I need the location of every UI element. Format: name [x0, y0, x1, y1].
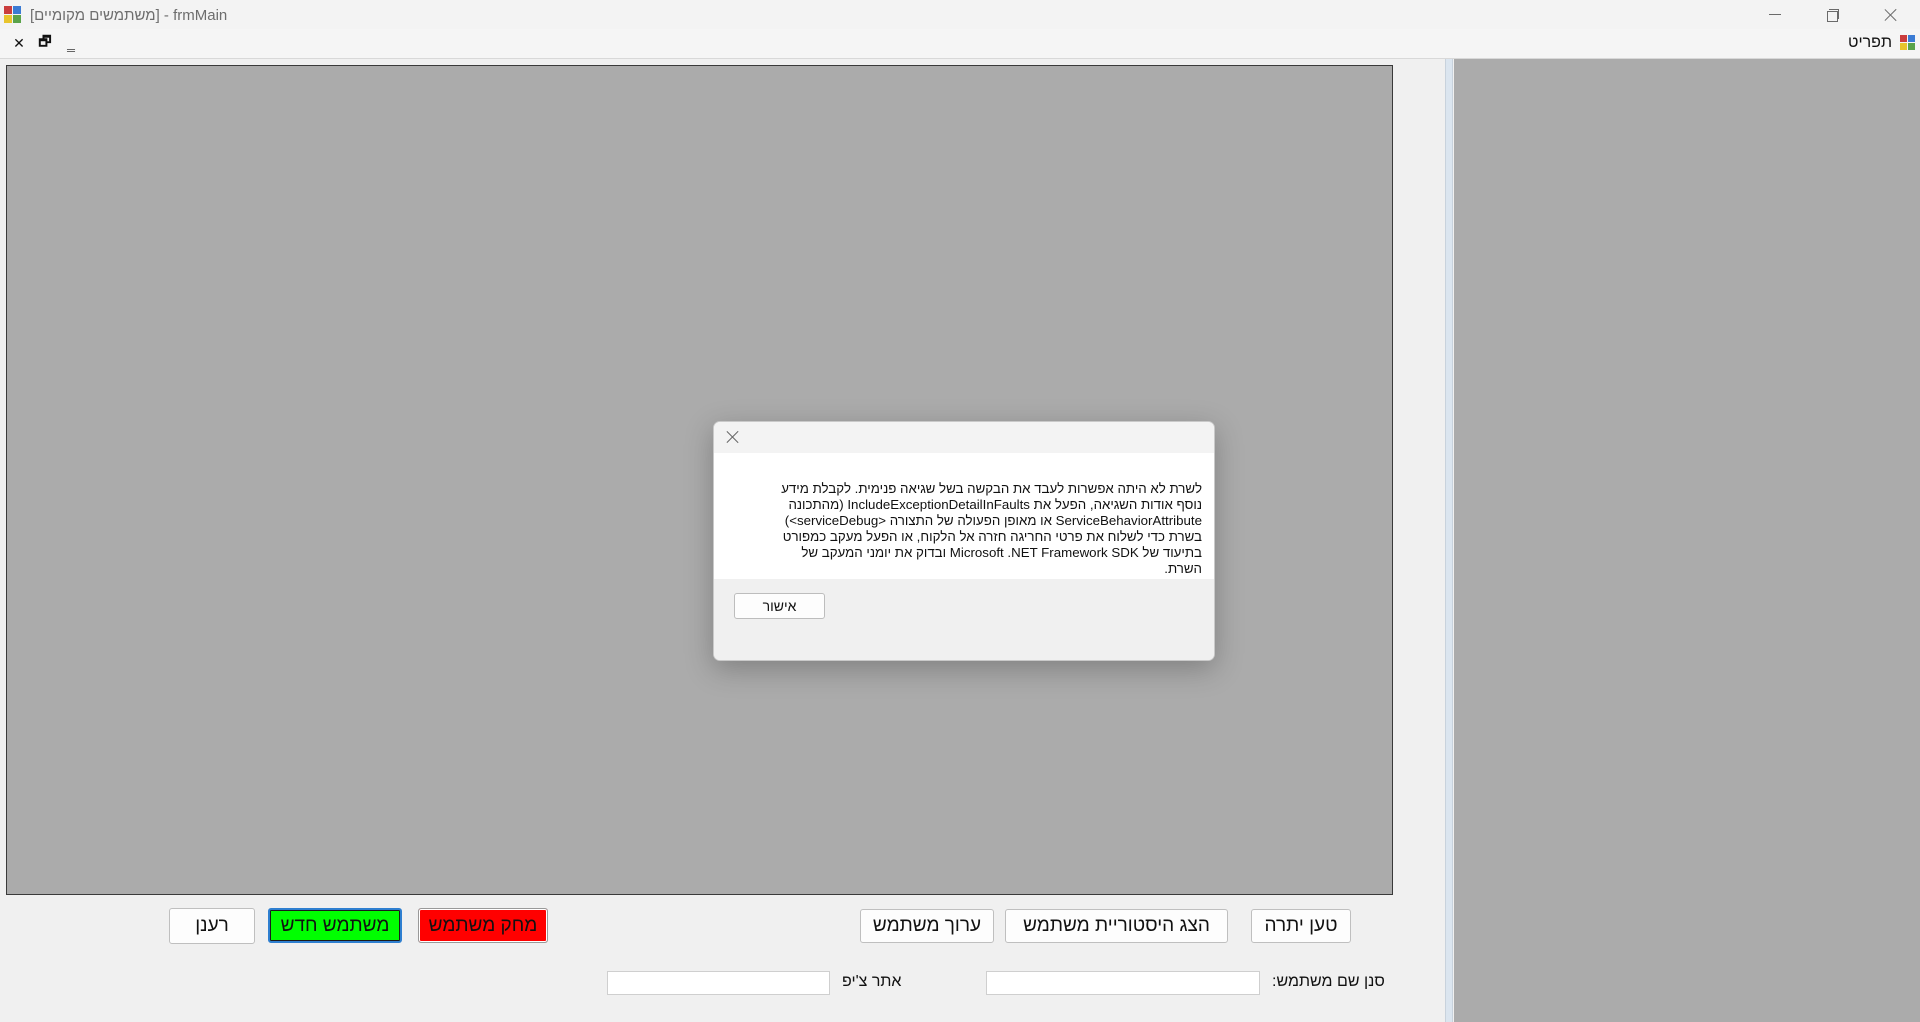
menu-strip: ✕ 🗗 ‗ תפריט: [0, 29, 1920, 59]
menu-right-group: תפריט: [1848, 34, 1916, 52]
splitter[interactable]: [1445, 59, 1453, 1022]
menu-item-main[interactable]: תפריט: [1848, 34, 1892, 52]
show-user-history-button[interactable]: הצג היסטוריית משתמש: [1005, 909, 1228, 943]
error-dialog: לשרת לא היתה אפשרות לעבד את הבקשה בשל שג…: [713, 421, 1215, 661]
app-icon: [4, 6, 22, 24]
refresh-button[interactable]: רענן: [169, 908, 255, 944]
side-panel[interactable]: [1454, 59, 1920, 1022]
restore-button[interactable]: [1804, 0, 1862, 29]
site-filter-label: אתר צ'יפ: [842, 973, 902, 990]
mdi-child-controls: ✕ 🗗 ‗: [12, 33, 78, 52]
restore-icon: 🗗: [38, 33, 52, 49]
minimize-icon: ‗: [67, 35, 75, 51]
title-group: [משתמשים מקומיים] - frmMain: [4, 4, 227, 26]
window-controls: [1746, 0, 1920, 29]
mdi-close-button[interactable]: ✕: [12, 34, 26, 52]
dialog-ok-button[interactable]: אישור: [734, 593, 825, 619]
dialog-header: [714, 422, 1214, 453]
load-balance-button[interactable]: טען יתרה: [1251, 909, 1351, 943]
menu-app-icon[interactable]: [1900, 35, 1916, 51]
minimize-button[interactable]: [1746, 0, 1804, 29]
dialog-close-button[interactable]: [726, 430, 740, 444]
restore-icon: [1827, 8, 1839, 22]
new-user-button[interactable]: משתמש חדש: [268, 908, 402, 943]
user-name-filter-label: סנן שם משתמש:: [1272, 973, 1385, 990]
dialog-body: לשרת לא היתה אפשרות לעבד את הבקשה בשל שג…: [714, 453, 1214, 579]
mdi-restore-button[interactable]: 🗗: [38, 33, 52, 52]
minimize-icon: [1769, 14, 1781, 15]
edit-user-button[interactable]: ערוך משתמש: [860, 909, 994, 943]
mdi-minimize-button[interactable]: ‗: [64, 34, 78, 52]
dialog-footer: אישור: [714, 579, 1214, 660]
dialog-message: לשרת לא היתה אפשרות לעבד את הבקשה בשל שג…: [781, 481, 1202, 576]
user-name-filter-input[interactable]: [986, 971, 1260, 995]
delete-user-button[interactable]: מחק משתמש: [418, 908, 548, 943]
close-button[interactable]: [1862, 0, 1920, 29]
close-icon: ✕: [13, 34, 25, 51]
close-icon: [1884, 8, 1898, 22]
window-title: [משתמשים מקומיים] - frmMain: [30, 6, 228, 24]
app-window: [משתמשים מקומיים] - frmMain ✕ 🗗 ‗ תפריט …: [0, 0, 1920, 1022]
site-filter-input[interactable]: [607, 971, 830, 995]
title-bar: [משתמשים מקומיים] - frmMain: [0, 0, 1920, 29]
